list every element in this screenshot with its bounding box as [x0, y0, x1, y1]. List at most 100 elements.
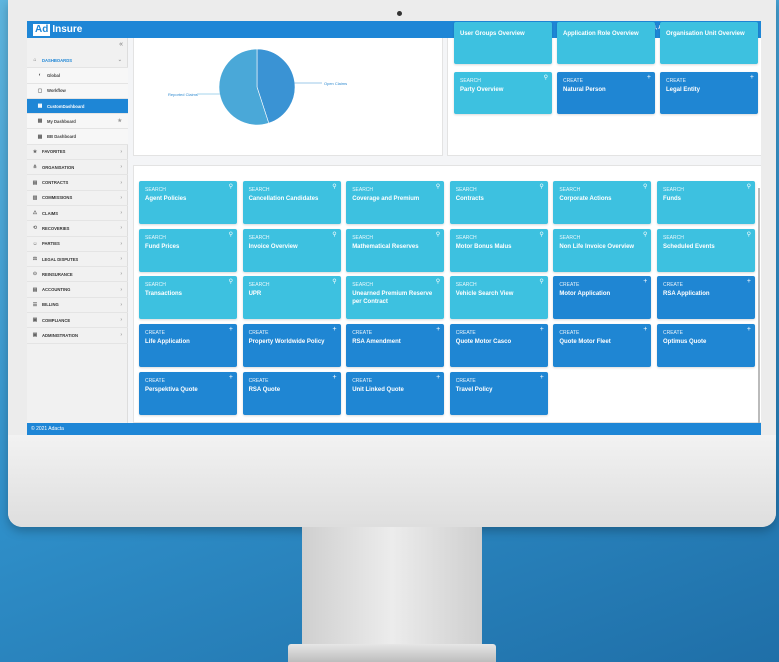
tile-contracts[interactable]: SEARCH Contracts ⚲ [449, 181, 548, 224]
tile-motor-application[interactable]: CREATE Motor Application + [553, 276, 652, 320]
tile-quote-motor-casco[interactable]: CREATE Quote Motor Casco + [449, 324, 548, 368]
tile-rsa-amendment[interactable]: CREATE RSA Amendment + [346, 324, 445, 368]
sidebar-item-label: LEGAL DISPUTES [42, 256, 79, 262]
tile-funds[interactable]: SEARCH Funds ⚲ [657, 181, 755, 224]
tile-unit-linked-quote[interactable]: CREATE Unit Linked Quote + [346, 371, 445, 415]
tile-kind: CREATE [563, 78, 583, 84]
chevron-right-icon: › [120, 271, 122, 278]
collapse-sidebar-icon[interactable]: « [119, 41, 123, 48]
sidebar-item-global[interactable]: ◐ Global [27, 68, 128, 84]
tile-kind: CREATE [352, 330, 373, 337]
chevron-right-icon: › [120, 256, 122, 262]
menu-icon: ⟲ [32, 225, 38, 232]
tile-kind: SEARCH [352, 282, 374, 289]
tile-party-overview[interactable]: SEARCH Party Overview ⚲ [454, 72, 552, 114]
tile-non-life-invoice-overview[interactable]: SEARCH Non Life Invoice Overview ⚲ [553, 228, 652, 272]
menu-icon: ⌂ [33, 57, 37, 64]
logo-ad: Ad [33, 23, 51, 36]
menu-icon: ⋔ [32, 164, 38, 171]
tile-quote-motor-fleet[interactable]: CREATE Quote Motor Fleet + [553, 324, 652, 368]
sidebar-item-label: COMPLIANCE [42, 317, 71, 323]
sidebar-item-accounting[interactable]: ▤ ACCOUNTING › [27, 282, 128, 298]
tile-motor-bonus-malus[interactable]: SEARCH Motor Bonus Malus ⚲ [449, 228, 548, 272]
tile-property-worldwide-policy[interactable]: CREATE Property Worldwide Policy + [242, 324, 341, 368]
sidebar-item-legal-disputes[interactable]: ⚖ LEGAL DISPUTES › [27, 252, 128, 268]
plus-icon: + [436, 373, 441, 381]
sidebar-item-contracts[interactable]: ▤ CONTRACTS › [27, 175, 128, 191]
sidebar-item-compliance[interactable]: ▣ COMPLIANCE › [27, 313, 128, 329]
tile-title: RSA Quote [248, 386, 281, 393]
sidebar-item-my-dashboard[interactable]: ▦ My Dashboard ★ [27, 114, 128, 130]
tile-unearned-premium-reserve-per-contract[interactable]: SEARCH Unearned Premium Reserve per Contr… [346, 276, 445, 320]
tile-kind: CREATE [455, 377, 476, 384]
tile-title: User Groups Overview [460, 31, 525, 37]
tile-upr[interactable]: SEARCH UPR ⚲ [242, 276, 341, 320]
tile-agent-policies[interactable]: SEARCH Agent Policies ⚲ [139, 181, 237, 224]
tile-cancellation-candidates[interactable]: SEARCH Cancellation Candidates ⚲ [242, 181, 341, 224]
sidebar-item-parties[interactable]: ☺ PARTIES › [27, 237, 128, 252]
sidebar-item-bb-dashboard[interactable]: ▦ BB Dashboard [27, 129, 128, 145]
chevron-right-icon: › [120, 194, 122, 201]
sidebar-item-label: ORGANISATION [42, 164, 75, 170]
tile-user-groups-overview[interactable]: User Groups Overview [454, 22, 552, 64]
sidebar-item-recoveries[interactable]: ⟲ RECOVERIES › [27, 221, 128, 237]
sidebar-item-billing[interactable]: ☰ BILLING › [27, 298, 128, 314]
scrollbar[interactable] [758, 188, 760, 428]
tile-vehicle-search-view[interactable]: SEARCH Vehicle Search View ⚲ [449, 276, 548, 320]
plus-icon: + [539, 373, 544, 381]
logo[interactable]: Ad Insure [33, 23, 82, 36]
tile-title: Quote Motor Casco [455, 339, 512, 346]
plus-icon: + [228, 326, 233, 334]
sidebar-item-favorites[interactable]: ★ FAVORITES › [27, 145, 128, 161]
tile-natural-person[interactable]: CREATE Natural Person + [557, 72, 655, 114]
tile-life-application[interactable]: CREATE Life Application + [139, 324, 237, 368]
chevron-right-icon: › [120, 317, 122, 324]
sidebar-item-organisation[interactable]: ⋔ ORGANISATION › [27, 160, 128, 176]
tile-kind: SEARCH [145, 234, 166, 241]
sidebar-item-workflow[interactable]: ▢ Workflow [27, 83, 128, 99]
tile-optimus-quote[interactable]: CREATE Optimus Quote + [657, 324, 755, 368]
tile-scheduled-events[interactable]: SEARCH Scheduled Events ⚲ [657, 228, 755, 272]
tile-coverage-and-premium[interactable]: SEARCH Coverage and Premium ⚲ [346, 181, 445, 224]
tile-invoice-overview[interactable]: SEARCH Invoice Overview ⚲ [242, 228, 341, 272]
sidebar-item-label: CLAIMS [42, 210, 59, 216]
chevron-right-icon: › [120, 210, 122, 217]
tile-legal-entity[interactable]: CREATE Legal Entity + [660, 72, 758, 114]
tile-title: Motor Application [559, 291, 611, 298]
tile-kind: CREATE [352, 377, 373, 384]
tile-title: Organisation Unit Overview [666, 31, 745, 37]
tile-title: Unearned Premium Reserve per Contract [352, 291, 433, 306]
tile-application-role-overview[interactable]: Application Role Overview [557, 22, 655, 64]
tile-transactions[interactable]: SEARCH Transactions ⚲ [139, 276, 237, 320]
search-icon: ⚲ [543, 75, 548, 81]
sidebar-item-administration[interactable]: ▣ ADMINISTRATION › [27, 328, 128, 344]
tile-title: RSA Amendment [352, 339, 401, 346]
tile-title: Vehicle Search View [455, 291, 514, 298]
sidebar-item-label: FAVORITES [42, 149, 66, 155]
sidebar-item-customdashboard[interactable]: ▦ CustomDashboard [27, 98, 128, 115]
sidebar-item-dashboards[interactable]: ⌂ DASHBOARDS ⌄ [27, 53, 128, 69]
sidebar-item-claims[interactable]: ⚠ CLAIMS › [27, 206, 128, 222]
tile-mathematical-reserves[interactable]: SEARCH Mathematical Reserves ⚲ [346, 228, 445, 272]
tile-kind: SEARCH [352, 234, 374, 241]
chevron-right-icon: ⌄ [117, 57, 122, 64]
tile-kind: SEARCH [248, 187, 270, 193]
sidebar-item-commissions[interactable]: ▥ COMMISSIONS › [27, 191, 128, 206]
search-icon: ⚲ [435, 184, 441, 190]
tile-rsa-application[interactable]: CREATE RSA Application + [657, 276, 755, 320]
tile-kind: CREATE [663, 282, 683, 289]
monitor-base [288, 644, 496, 662]
tile-corporate-actions[interactable]: SEARCH Corporate Actions ⚲ [553, 181, 652, 224]
search-icon: ⚲ [332, 279, 337, 286]
tile-travel-policy[interactable]: CREATE Travel Policy + [449, 371, 548, 415]
tile-organisation-unit-overview[interactable]: Organisation Unit Overview [660, 22, 758, 64]
tile-rsa-quote[interactable]: CREATE RSA Quote + [242, 371, 341, 415]
tile-fund-prices[interactable]: SEARCH Fund Prices ⚲ [139, 228, 237, 272]
plus-icon: + [643, 278, 648, 286]
chevron-right-icon: › [120, 301, 122, 308]
tile-title: Mathematical Reserves [352, 243, 419, 250]
tile-perspektiva-quote[interactable]: CREATE Perspektiva Quote + [139, 371, 237, 415]
search-icon: ⚲ [539, 184, 544, 190]
plus-icon: + [646, 74, 651, 81]
sidebar-item-reinsurance[interactable]: ⊙ REINSURANCE › [27, 267, 128, 283]
